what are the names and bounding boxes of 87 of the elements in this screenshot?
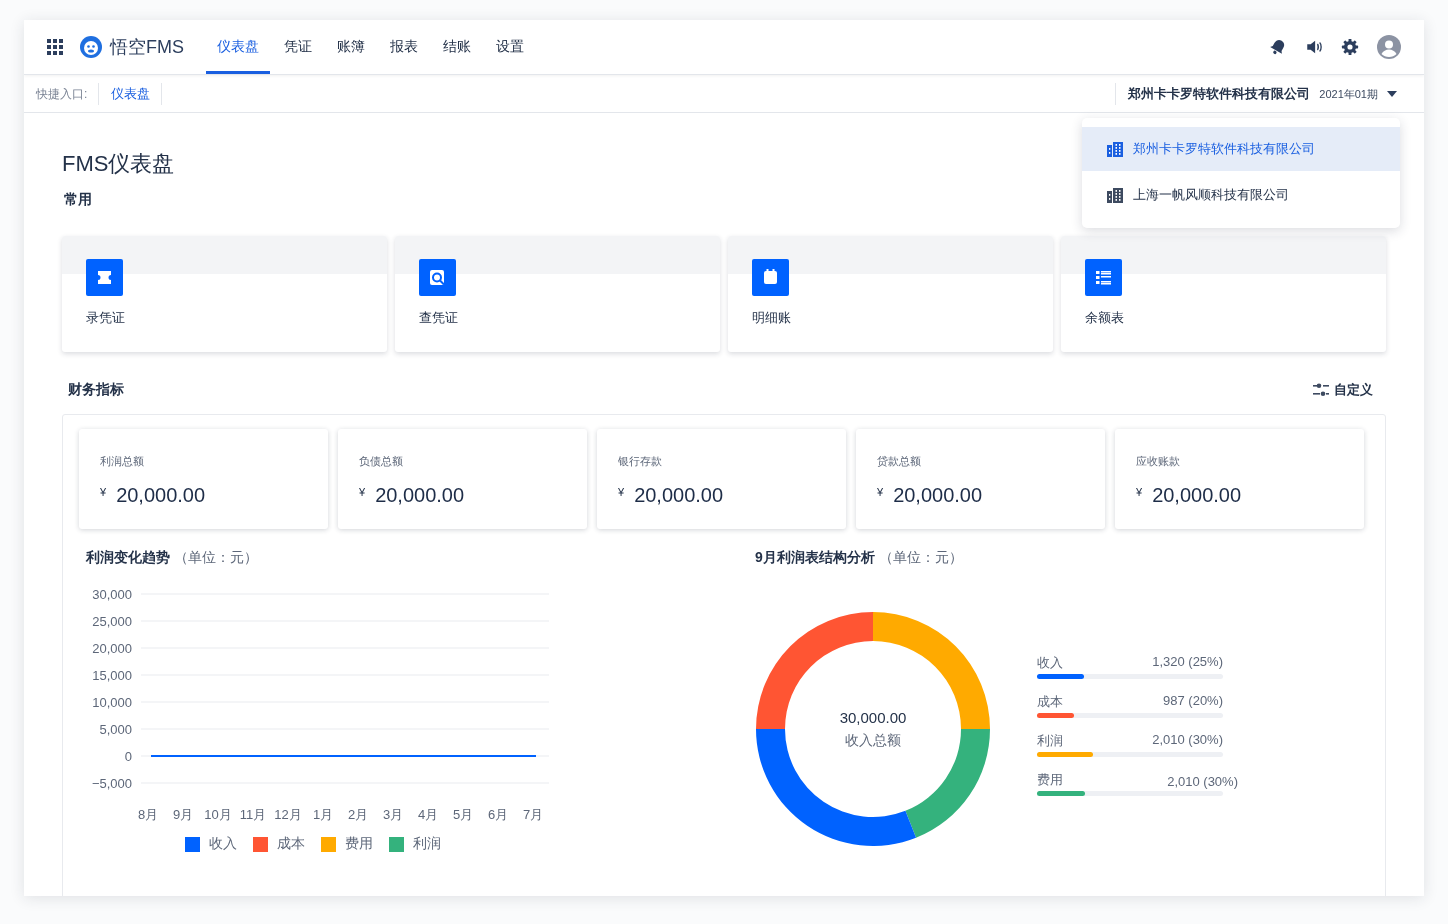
bell-icon[interactable] (1269, 38, 1287, 56)
item-name: 利润 (1037, 732, 1063, 750)
chart-title: 利润变化趋势 (86, 549, 170, 565)
avatar-icon[interactable] (1377, 35, 1401, 59)
nav-tab[interactable]: 报表 (379, 20, 429, 74)
axis-tick-label: 30,000 (92, 587, 132, 602)
axis-tick-label: 4月 (417, 807, 439, 822)
shortcut-card[interactable]: 明细账 (728, 236, 1053, 352)
metric-label: 负债总额 (359, 455, 403, 467)
metric-label: 利润总额 (100, 455, 144, 467)
logo-icon (79, 35, 103, 59)
company-option[interactable]: 上海一帆风顺科技有限公司 (1082, 173, 1400, 217)
axis-tick-label: 6月 (487, 807, 509, 822)
axis-tick-label: 2月 (347, 807, 369, 822)
item-reading: 2,010 (30%) (1167, 774, 1238, 789)
company-selector[interactable]: 郑州卡卡罗特软件科技有限公司 2021年01期 (1115, 82, 1424, 105)
currency-symbol: ¥ (100, 486, 107, 498)
nav-tab[interactable]: 设置 (485, 20, 535, 74)
ticket-icon (86, 259, 123, 296)
axis-tick-label: 3月 (382, 807, 404, 822)
axis-tick-label: 10月 (204, 807, 232, 822)
search-icon (419, 259, 456, 296)
building-icon (1107, 141, 1123, 157)
chart-title: 9月利润表结构分析 (755, 549, 875, 565)
axis-tick-label: 10,000 (92, 695, 132, 710)
shortcut-label: 快捷入口: (24, 82, 100, 105)
axis-tick-label: 11月 (239, 807, 267, 822)
item-name: 成本 (1037, 693, 1063, 711)
item-name: 收入 (1037, 654, 1063, 672)
metric-value: 20,000.00 (634, 484, 724, 507)
metric-label: 银行存款 (618, 455, 662, 467)
caret-icon (1387, 90, 1397, 97)
shortcut-card[interactable]: 余额表 (1061, 236, 1386, 352)
shortcut-link[interactable]: 仪表盘 (99, 82, 163, 105)
axis-tick-label: 12月 (274, 807, 302, 822)
axis-tick-label: 8月 (137, 807, 159, 822)
currency-symbol: ¥ (877, 486, 884, 498)
legend-label[interactable]: 费用 (345, 835, 373, 853)
metric-label: 应收账款 (1136, 455, 1180, 467)
item-name: 费用 (1037, 771, 1063, 789)
chart-unit: （单位：元） (173, 549, 258, 565)
legend-label[interactable]: 利润 (413, 835, 441, 853)
currency-symbol: ¥ (359, 486, 366, 498)
item-reading: 2,010 (30%) (1152, 732, 1223, 749)
metric-value: 20,000.00 (1152, 484, 1242, 507)
nav-tab[interactable]: 结账 (432, 20, 482, 74)
list-icon (1085, 259, 1122, 296)
axis-tick-label: 15,000 (92, 668, 132, 683)
legend-label[interactable]: 收入 (209, 835, 237, 853)
building-icon (1107, 187, 1123, 203)
section-heading: 财务指标 (68, 381, 124, 399)
speaker-icon[interactable] (1305, 38, 1323, 56)
axis-tick-label: 0 (124, 749, 132, 764)
page-title: FMS仪表盘 (62, 150, 175, 178)
customize-button[interactable]: 自定义 (1307, 380, 1379, 400)
axis-tick-label: 5月 (452, 807, 474, 822)
chart-unit: （单位：元） (878, 549, 963, 565)
currency-symbol: ¥ (618, 486, 625, 498)
total-label: 收入总额 (845, 731, 901, 750)
nav-tab[interactable]: 凭证 (273, 20, 323, 74)
axis-tick-label: 7月 (522, 807, 544, 822)
sliders-icon (1313, 383, 1329, 397)
legend-label[interactable]: 成本 (277, 835, 305, 853)
shortcut-card[interactable]: 录凭证 (62, 236, 387, 352)
currency-symbol: ¥ (1136, 486, 1143, 498)
metric-value: 20,000.00 (116, 484, 206, 507)
shortcut-card[interactable]: 查凭证 (395, 236, 720, 352)
app-grid-icon[interactable] (47, 39, 63, 55)
axis-tick-label: −5,000 (91, 776, 132, 791)
axis-tick-label: 1月 (312, 807, 334, 822)
metric-value: 20,000.00 (375, 484, 465, 507)
metric-value: 20,000.00 (893, 484, 983, 507)
nav-tab[interactable]: 仪表盘 (206, 20, 270, 74)
axis-tick-label: 5,000 (99, 722, 132, 737)
item-reading: 987 (20%) (1163, 693, 1223, 710)
axis-tick-label: 25,000 (92, 614, 132, 629)
axis-tick-label: 20,000 (92, 641, 132, 656)
nav-tab[interactable]: 账簿 (326, 20, 376, 74)
clipboard-icon (752, 259, 789, 296)
settings-icon[interactable] (1341, 38, 1359, 56)
total-value: 30,000.00 (839, 708, 907, 726)
section-heading: 常用 (63, 191, 92, 209)
metric-label: 贷款总额 (877, 455, 921, 467)
axis-tick-label: 9月 (172, 807, 194, 822)
company-option[interactable]: 郑州卡卡罗特软件科技有限公司 (1082, 127, 1400, 171)
item-reading: 1,320 (25%) (1152, 654, 1223, 671)
app-name: 悟空FMS (110, 36, 184, 59)
